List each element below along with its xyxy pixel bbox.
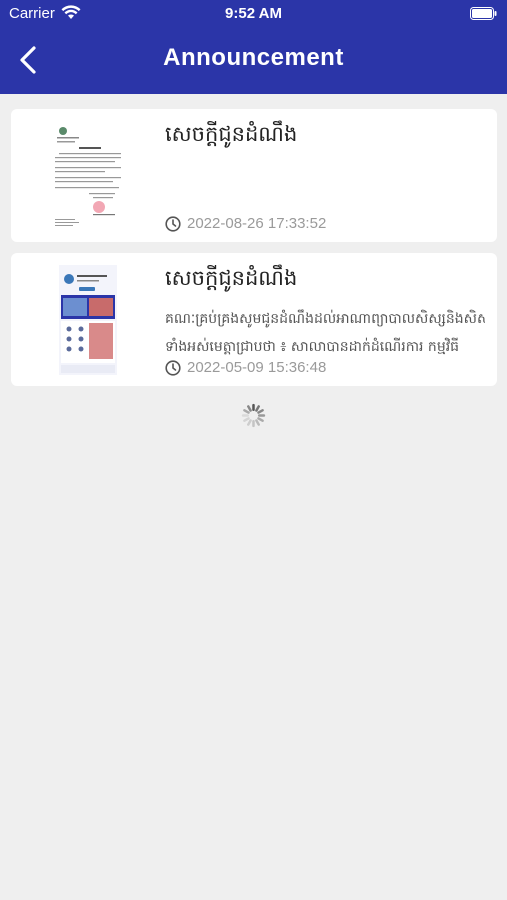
- announcement-datetime: 2022-05-09 15:36:48: [187, 359, 327, 376]
- battery-icon: [470, 7, 497, 20]
- announcement-thumbnail: [49, 121, 129, 231]
- announcement-datetime: 2022-08-26 17:33:52: [187, 215, 327, 232]
- clock-icon: [165, 215, 181, 232]
- announcement-title: សេចក្ដីជូនដំណឹង: [165, 266, 298, 290]
- status-bar: Carrier 9:52 AM: [0, 0, 507, 28]
- loading-spinner-icon: [241, 403, 266, 428]
- announcement-card[interactable]: សេចក្ដីជូនដំណឹង គណៈគ្រប់គ្រងសូមជូនដំណឹងដ…: [11, 253, 497, 386]
- description-line: គណៈគ្រប់គ្រងសូមជូនដំណឹងដល់អាណាព្យាបាលសិស…: [165, 311, 485, 327]
- announcement-meta: 2022-05-09 15:36:48: [165, 359, 326, 376]
- clock-icon: [165, 359, 181, 376]
- announcement-thumbnail: [59, 265, 117, 375]
- page-title: Announcement: [163, 44, 344, 71]
- header-bar: Carrier 9:52 AM Announcement: [0, 0, 507, 94]
- announcement-meta: 2022-08-26 17:33:52: [165, 215, 326, 232]
- announcement-title: សេចក្ដីជូនដំណឹង: [165, 122, 298, 146]
- status-time: 9:52 AM: [225, 5, 282, 22]
- announcement-description: គណៈគ្រប់គ្រងសូមជូនដំណឹងដល់អាណាព្យាបាលសិស…: [165, 305, 485, 361]
- description-line: ទាំងអស់មេត្តាជ្រាបថា ៖ សាលាបានដាក់ដំណើរក…: [165, 339, 460, 355]
- announcement-card[interactable]: សេចក្ដីជូនដំណឹង 2022-08-26 17:33:52: [11, 109, 497, 242]
